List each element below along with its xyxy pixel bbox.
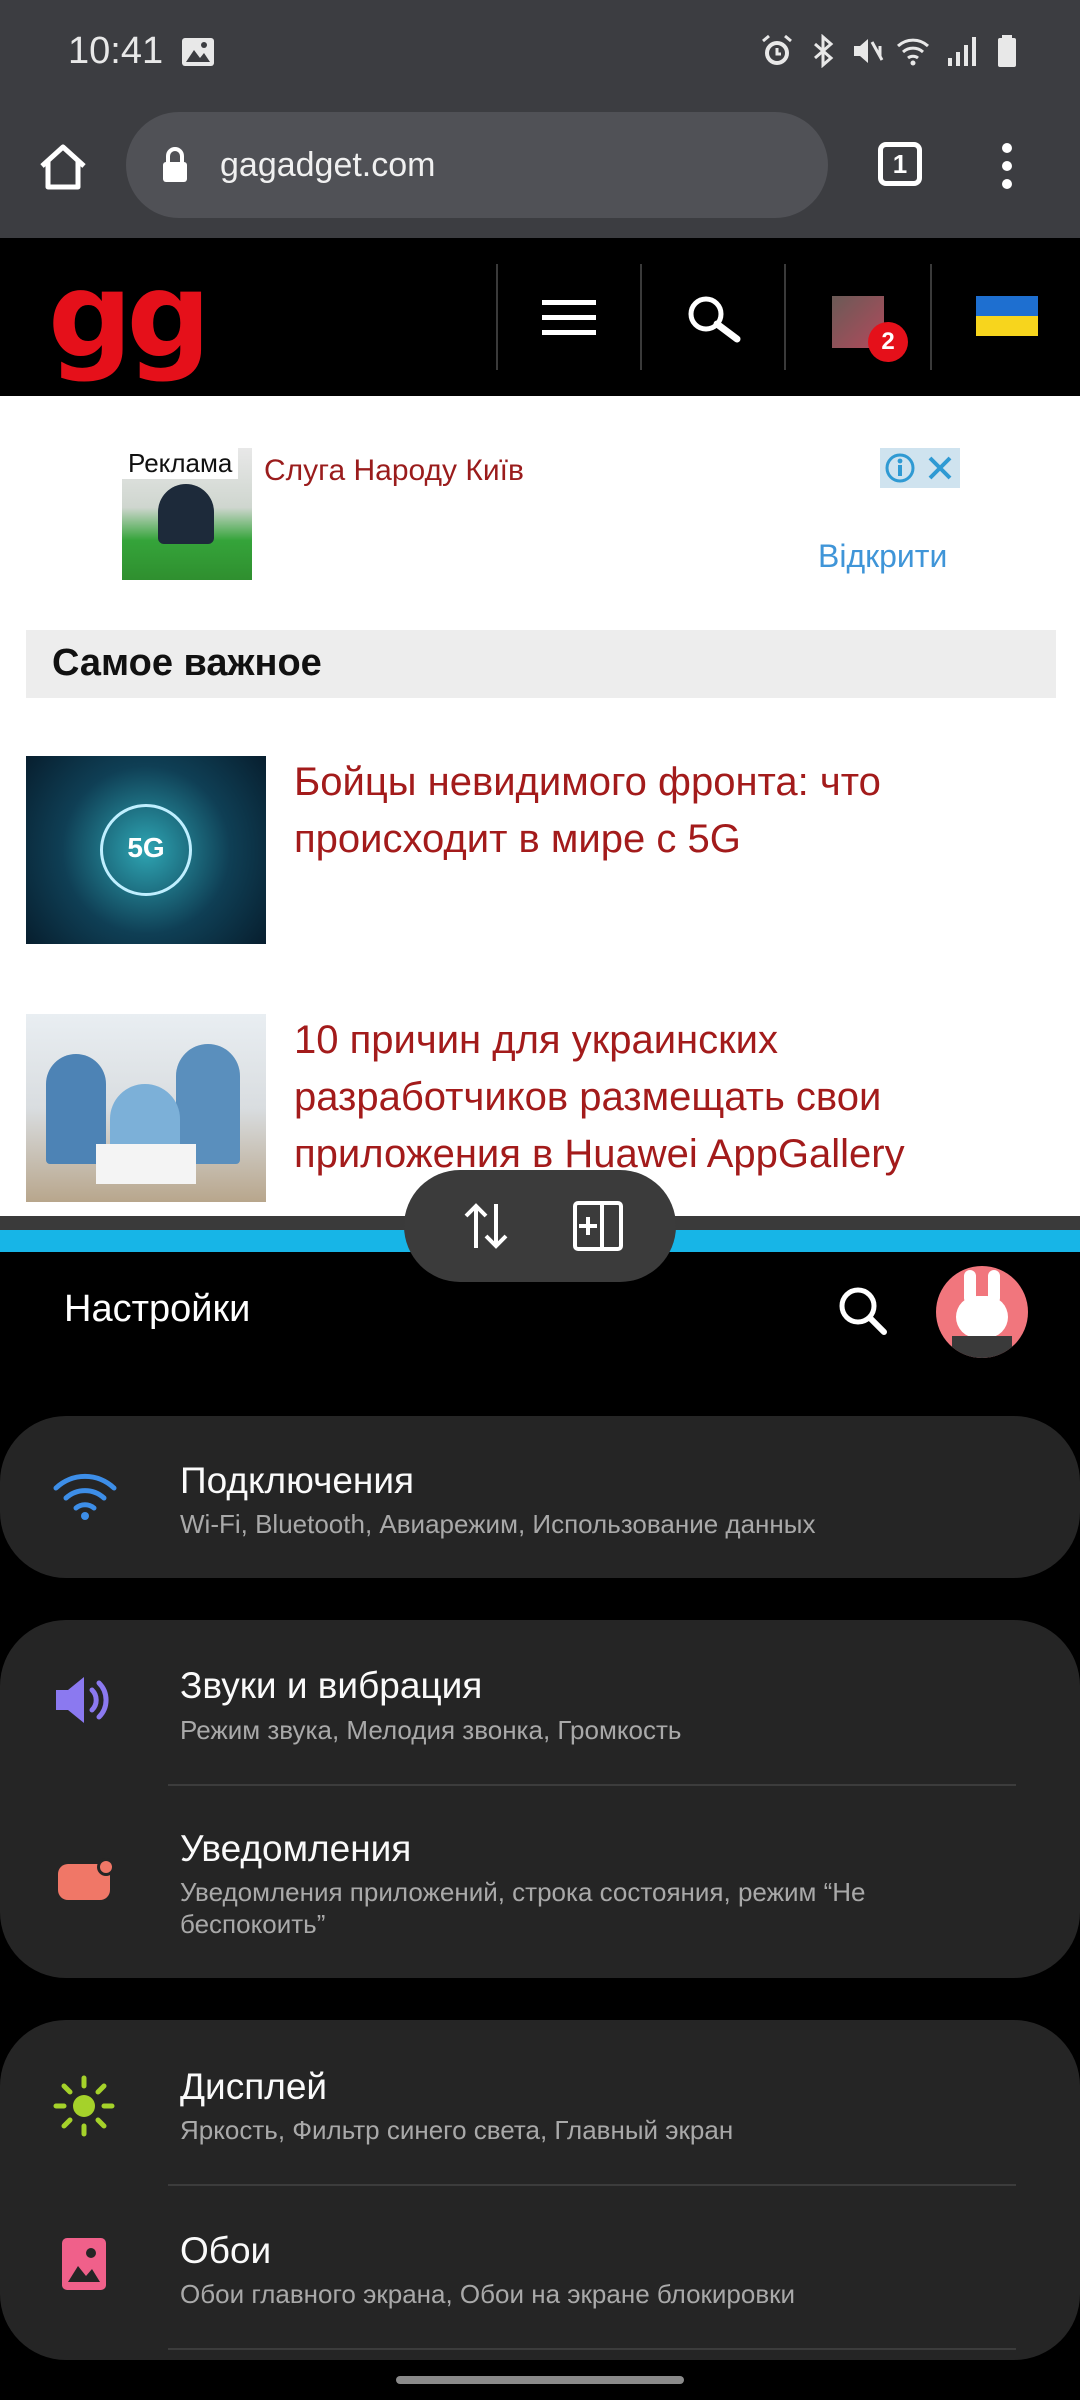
list-divider bbox=[168, 2348, 1016, 2350]
settings-item-title: Дисплей bbox=[180, 2066, 328, 2107]
search-icon[interactable] bbox=[686, 294, 742, 344]
volume-icon bbox=[56, 1677, 109, 1723]
header-divider bbox=[640, 264, 642, 370]
notification-icon bbox=[58, 1858, 115, 1900]
settings-item-subtitle: Обои главного экрана, Обои на экране бло… bbox=[180, 2279, 796, 2309]
article-thumbnail[interactable] bbox=[26, 1014, 266, 1202]
wifi-icon bbox=[53, 1473, 117, 1520]
ad-info-icon[interactable] bbox=[884, 452, 916, 484]
status-time: 10:41 bbox=[68, 30, 164, 72]
article-title[interactable]: Бойцы невидимого фронта: что происходит … bbox=[294, 754, 1014, 868]
settings-item-title: Подключения bbox=[180, 1460, 415, 1501]
settings-item-title: Обои bbox=[180, 2230, 272, 2271]
more-options-icon[interactable] bbox=[992, 140, 1022, 192]
header-divider bbox=[784, 264, 786, 370]
ad-label: Реклама bbox=[122, 448, 239, 479]
article-thumbnail[interactable]: 5G bbox=[26, 756, 266, 944]
swap-windows-icon[interactable] bbox=[462, 1200, 510, 1252]
settings-title: Настройки bbox=[64, 1288, 251, 1330]
header-divider bbox=[496, 264, 498, 370]
menu-icon[interactable] bbox=[542, 298, 596, 338]
alarm-icon bbox=[762, 34, 792, 65]
home-icon[interactable] bbox=[36, 140, 90, 194]
site-logo[interactable]: gg bbox=[48, 256, 211, 374]
search-icon[interactable] bbox=[836, 1284, 890, 1338]
signal-icon bbox=[948, 37, 976, 66]
settings-item-subtitle: Уведомления приложений, строка состояния… bbox=[180, 1877, 866, 1939]
url-text[interactable]: gagadget.com bbox=[220, 146, 436, 185]
settings-item-connections[interactable] bbox=[0, 1416, 1080, 1578]
ad-close-icon[interactable] bbox=[926, 454, 954, 482]
brightness-icon bbox=[53, 2075, 115, 2137]
settings-item-title: Уведомления bbox=[180, 1828, 412, 1869]
profile-avatar[interactable] bbox=[936, 1266, 1028, 1358]
settings-item-display[interactable] bbox=[0, 2020, 1080, 2184]
lock-icon bbox=[163, 147, 187, 182]
notification-badge: 2 bbox=[868, 322, 908, 362]
wifi-icon bbox=[896, 38, 930, 66]
settings-item-wallpaper[interactable] bbox=[0, 2186, 1080, 2350]
ad-title[interactable]: Слуга Народу Київ bbox=[264, 454, 524, 488]
header-divider bbox=[930, 264, 932, 370]
add-window-icon[interactable] bbox=[572, 1200, 624, 1252]
split-controls bbox=[404, 1170, 676, 1282]
section-title: Самое важное bbox=[52, 642, 322, 684]
tabs-button[interactable]: 1 bbox=[878, 142, 922, 186]
image-notification-icon bbox=[182, 38, 214, 66]
settings-item-subtitle: Режим звука, Мелодия звонка, Громкость bbox=[180, 1715, 682, 1745]
battery-icon bbox=[998, 35, 1016, 67]
ad-person-figure bbox=[158, 484, 214, 544]
settings-item-subtitle: Wi-Fi, Bluetooth, Авиарежим, Использован… bbox=[180, 1509, 816, 1539]
article-title[interactable]: 10 причин для украинских разработчиков р… bbox=[294, 1012, 1014, 1183]
thumbnail-5g-text: 5G bbox=[127, 832, 165, 863]
vibrate-mute-icon bbox=[854, 39, 884, 63]
ad-open-link[interactable]: Відкрити bbox=[818, 538, 947, 575]
bluetooth-icon bbox=[814, 34, 834, 68]
gesture-home-bar[interactable] bbox=[396, 2376, 684, 2384]
wallpaper-icon bbox=[62, 2238, 106, 2290]
settings-item-title: Звуки и вибрация bbox=[180, 1665, 483, 1706]
settings-item-subtitle: Яркость, Фильтр синего света, Главный эк… bbox=[180, 2115, 734, 2145]
settings-item-sounds[interactable] bbox=[0, 1620, 1080, 1784]
flag-ukraine-icon[interactable] bbox=[976, 296, 1038, 336]
